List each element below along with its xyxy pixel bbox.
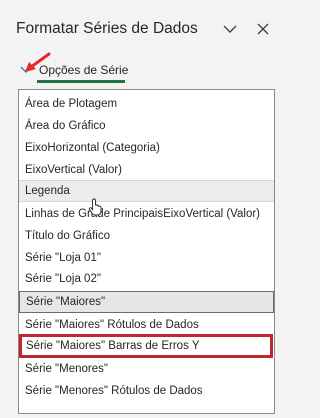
dropdown-item[interactable]: Área do Gráfico <box>19 115 274 137</box>
dropdown-item[interactable]: EixoVertical (Valor) <box>19 159 274 181</box>
dropdown-item[interactable]: Área de Plotagem <box>19 93 274 115</box>
tab-underline <box>37 80 125 83</box>
dropdown-item[interactable]: EixoHorizontal (Categoria) <box>19 137 274 159</box>
close-icon[interactable] <box>254 20 272 38</box>
dropdown-item[interactable]: Série "Maiores" Barras de Erros Y <box>19 334 273 358</box>
dropdown-item[interactable]: Legenda <box>19 180 274 202</box>
dropdown-item[interactable]: Série "Maiores" <box>19 291 274 313</box>
dropdown-item[interactable]: Série "Loja 02" <box>19 268 274 290</box>
dropdown-item[interactable]: Série "Maiores" Rótulos de Dados <box>19 314 274 336</box>
dropdown-item[interactable]: Série "Menores" <box>19 358 274 380</box>
red-arrow-annotation <box>25 52 51 72</box>
series-dropdown-list[interactable]: Área de Plotagem Área do Gráfico EixoHoriz… <box>18 89 275 414</box>
dropdown-item[interactable]: Título do Gráfico <box>19 225 274 247</box>
dropdown-item[interactable]: Linhas de Grade PrincipaisEixoVertical (… <box>19 203 274 225</box>
dropdown-item[interactable]: Série "Menores" Rótulos de Dados <box>19 380 274 402</box>
chevron-down-icon[interactable] <box>221 20 239 38</box>
series-options-label: Opções de Série <box>39 63 129 77</box>
mouse-pointer-icon <box>88 198 102 216</box>
pane-title: Formatar Séries de Dados <box>16 20 198 37</box>
dropdown-item[interactable]: Série "Loja 01" <box>19 247 274 269</box>
